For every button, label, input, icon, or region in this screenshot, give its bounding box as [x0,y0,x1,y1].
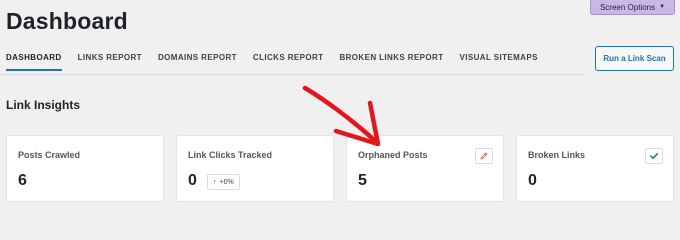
tab-visual-sitemaps[interactable]: VISUAL SITEMAPS [460,53,538,71]
card-label: Posts Crawled [18,150,81,160]
dashboard-page: Screen Options ▼ Dashboard DASHBOARD LIN… [0,0,680,213]
card-orphaned-posts: Orphaned Posts 5 [346,135,504,202]
card-value: 5 [358,172,367,189]
tab-dashboard[interactable]: DASHBOARD [6,53,62,71]
tab-domains-report[interactable]: DOMAINS REPORT [158,53,237,71]
card-posts-crawled: Posts Crawled 6 [6,135,164,202]
card-value: 6 [18,172,27,189]
card-value: 0 [528,172,537,189]
section-title: Link Insights [6,98,81,112]
pencil-icon[interactable] [475,148,493,164]
run-link-scan-button[interactable]: Run a Link Scan [595,46,674,71]
screen-options-label: Screen Options [599,2,656,12]
screen-options-button[interactable]: Screen Options ▼ [590,0,675,15]
change-badge-text: +0% [219,178,234,186]
tabs-divider [0,74,585,75]
arrow-up-icon: ↑ [213,178,217,186]
card-label: Orphaned Posts [358,150,428,160]
tab-nav: DASHBOARD LINKS REPORT DOMAINS REPORT CL… [6,53,554,71]
tab-clicks-report[interactable]: CLICKS REPORT [253,53,324,71]
page-title: Dashboard [6,8,128,34]
tab-links-report[interactable]: LINKS REPORT [78,53,142,71]
card-broken-links: Broken Links 0 [516,135,674,202]
tab-broken-links-report[interactable]: BROKEN LINKS REPORT [339,53,443,71]
card-label: Broken Links [528,150,586,160]
change-badge: ↑ +0% [207,174,240,190]
check-icon[interactable] [645,148,663,164]
caret-down-icon: ▼ [659,4,666,10]
card-label: Link Clicks Tracked [188,150,273,160]
card-value: 0 [188,172,197,189]
card-link-clicks-tracked: Link Clicks Tracked 0 ↑ +0% [176,135,334,202]
